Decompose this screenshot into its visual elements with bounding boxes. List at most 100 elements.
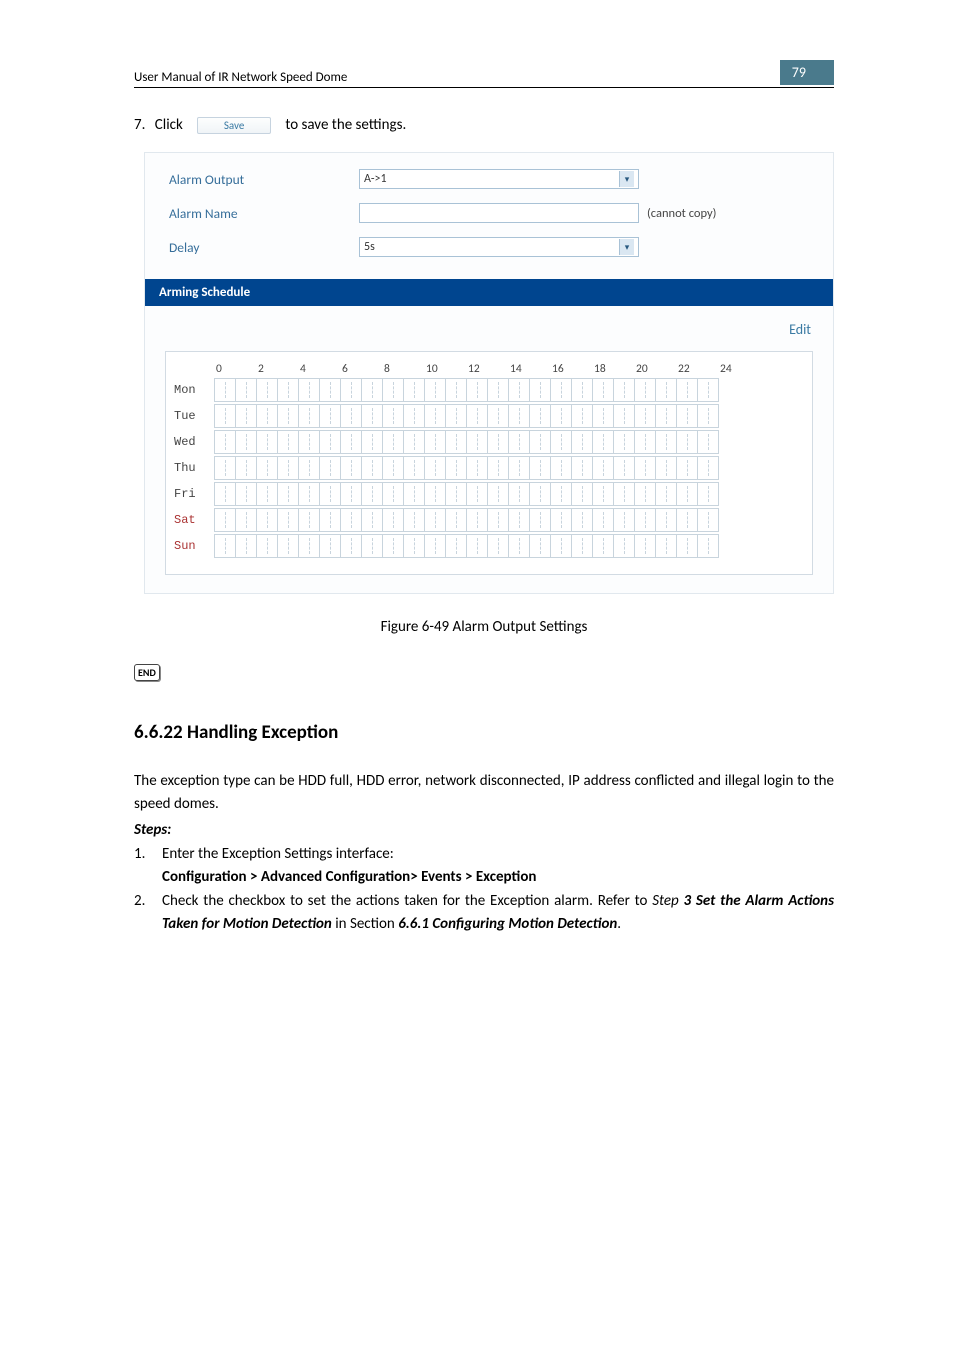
alarm-name-input[interactable]	[359, 203, 639, 223]
hour-cell[interactable]	[362, 431, 383, 453]
hour-cell[interactable]	[614, 431, 635, 453]
hour-cell[interactable]	[467, 457, 488, 479]
hour-cell[interactable]	[572, 379, 593, 401]
hour-cell[interactable]	[215, 457, 236, 479]
hour-cell[interactable]	[530, 431, 551, 453]
hour-cell[interactable]	[215, 405, 236, 427]
hour-cell[interactable]	[236, 379, 257, 401]
hour-cell[interactable]	[383, 535, 404, 557]
hour-cell[interactable]	[509, 379, 530, 401]
hour-cell[interactable]	[635, 535, 656, 557]
hour-cell[interactable]	[362, 379, 383, 401]
hour-cell[interactable]	[320, 457, 341, 479]
hour-cell[interactable]	[551, 405, 572, 427]
hour-cell[interactable]	[236, 431, 257, 453]
hour-cell[interactable]	[215, 535, 236, 557]
hour-cell[interactable]	[551, 457, 572, 479]
hour-cell[interactable]	[614, 509, 635, 531]
hour-cell[interactable]	[677, 535, 698, 557]
hour-cell[interactable]	[467, 483, 488, 505]
hour-cell[interactable]	[656, 535, 677, 557]
hour-cell[interactable]	[278, 379, 299, 401]
hour-cell[interactable]	[635, 431, 656, 453]
hour-cell[interactable]	[488, 405, 509, 427]
hour-cell[interactable]	[404, 405, 425, 427]
hour-cell[interactable]	[614, 483, 635, 505]
hour-cell[interactable]	[320, 483, 341, 505]
hour-cell[interactable]	[362, 405, 383, 427]
hour-cell[interactable]	[404, 509, 425, 531]
hour-cell[interactable]	[215, 509, 236, 531]
hour-cell[interactable]	[341, 483, 362, 505]
hour-cell[interactable]	[530, 379, 551, 401]
hour-cell[interactable]	[572, 405, 593, 427]
hour-cell[interactable]	[278, 457, 299, 479]
hour-cell[interactable]	[404, 457, 425, 479]
hour-cell[interactable]	[593, 509, 614, 531]
save-button[interactable]: Save	[197, 117, 271, 134]
hour-cell[interactable]	[551, 379, 572, 401]
hour-cell[interactable]	[278, 405, 299, 427]
hour-cell[interactable]	[656, 379, 677, 401]
hour-cell[interactable]	[320, 431, 341, 453]
day-cells[interactable]	[214, 534, 719, 558]
hour-cell[interactable]	[488, 379, 509, 401]
hour-cell[interactable]	[446, 535, 467, 557]
hour-cell[interactable]	[572, 509, 593, 531]
hour-cell[interactable]	[656, 405, 677, 427]
hour-cell[interactable]	[677, 431, 698, 453]
hour-cell[interactable]	[698, 483, 719, 505]
day-cells[interactable]	[214, 508, 719, 532]
hour-cell[interactable]	[362, 509, 383, 531]
hour-cell[interactable]	[446, 457, 467, 479]
hour-cell[interactable]	[236, 509, 257, 531]
hour-cell[interactable]	[677, 509, 698, 531]
hour-cell[interactable]	[320, 379, 341, 401]
hour-cell[interactable]	[341, 457, 362, 479]
hour-cell[interactable]	[383, 431, 404, 453]
hour-cell[interactable]	[614, 535, 635, 557]
hour-cell[interactable]	[236, 535, 257, 557]
hour-cell[interactable]	[425, 483, 446, 505]
day-cells[interactable]	[214, 430, 719, 454]
hour-cell[interactable]	[656, 431, 677, 453]
hour-cell[interactable]	[383, 379, 404, 401]
hour-cell[interactable]	[635, 457, 656, 479]
hour-cell[interactable]	[257, 431, 278, 453]
hour-cell[interactable]	[698, 457, 719, 479]
hour-cell[interactable]	[551, 483, 572, 505]
hour-cell[interactable]	[446, 509, 467, 531]
hour-cell[interactable]	[383, 405, 404, 427]
hour-cell[interactable]	[404, 431, 425, 453]
hour-cell[interactable]	[698, 431, 719, 453]
hour-cell[interactable]	[446, 431, 467, 453]
hour-cell[interactable]	[446, 483, 467, 505]
hour-cell[interactable]	[467, 379, 488, 401]
hour-cell[interactable]	[278, 431, 299, 453]
edit-link[interactable]: Edit	[789, 321, 811, 338]
hour-cell[interactable]	[530, 405, 551, 427]
hour-cell[interactable]	[593, 483, 614, 505]
hour-cell[interactable]	[341, 535, 362, 557]
hour-cell[interactable]	[677, 483, 698, 505]
hour-cell[interactable]	[635, 509, 656, 531]
hour-cell[interactable]	[299, 405, 320, 427]
hour-cell[interactable]	[215, 379, 236, 401]
hour-cell[interactable]	[215, 483, 236, 505]
hour-cell[interactable]	[446, 379, 467, 401]
hour-cell[interactable]	[551, 509, 572, 531]
hour-cell[interactable]	[509, 431, 530, 453]
hour-cell[interactable]	[299, 431, 320, 453]
hour-cell[interactable]	[257, 405, 278, 427]
hour-cell[interactable]	[593, 379, 614, 401]
hour-cell[interactable]	[530, 509, 551, 531]
hour-cell[interactable]	[572, 483, 593, 505]
hour-cell[interactable]	[383, 457, 404, 479]
alarm-output-select[interactable]: A->1 ▾	[359, 169, 639, 189]
hour-cell[interactable]	[698, 535, 719, 557]
hour-cell[interactable]	[614, 405, 635, 427]
hour-cell[interactable]	[341, 509, 362, 531]
hour-cell[interactable]	[593, 457, 614, 479]
hour-cell[interactable]	[635, 379, 656, 401]
hour-cell[interactable]	[362, 483, 383, 505]
